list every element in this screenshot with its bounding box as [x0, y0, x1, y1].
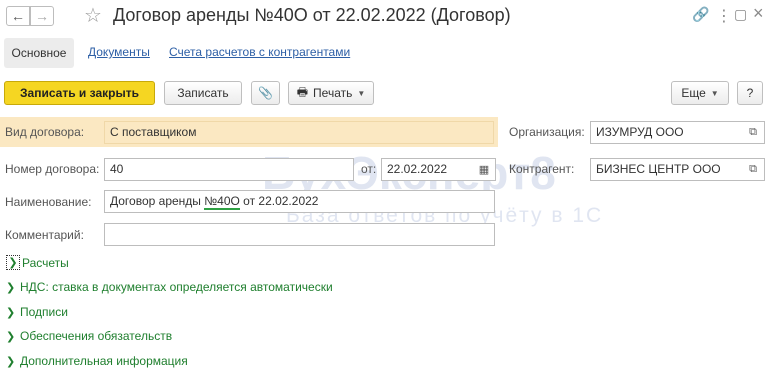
open-icon[interactable]: ⧉ — [742, 122, 764, 143]
organization-field[interactable]: ИЗУМРУД ООО ⧉ — [590, 121, 765, 144]
favorite-star-icon[interactable]: ☆ — [84, 3, 102, 28]
group-signatures-label: Подписи — [20, 305, 68, 319]
contract-number-value: 40 — [110, 162, 124, 176]
organization-label: Организация: — [509, 125, 585, 139]
tab-main-label: Основное — [11, 46, 67, 60]
print-label: Печать — [313, 86, 353, 100]
tab-main[interactable]: Основное — [4, 38, 74, 68]
comment-label: Комментарий: — [5, 228, 84, 242]
organization-value: ИЗУМРУД ООО — [596, 125, 684, 139]
calendar-icon[interactable]: ▦ — [473, 159, 495, 180]
back-button[interactable]: ← — [6, 6, 30, 26]
counterparty-field[interactable]: БИЗНЕС ЦЕНТР ООО ⧉ — [590, 158, 765, 181]
date-input[interactable]: 22.02.2022 ▦ — [381, 158, 496, 181]
counterparty-value: БИЗНЕС ЦЕНТР ООО — [596, 162, 721, 176]
chevron-right-icon: ❯ — [6, 355, 16, 368]
window-title: Договор аренды №40О от 22.02.2022 (Догов… — [113, 5, 511, 25]
close-icon[interactable]: × — [753, 3, 764, 24]
save-and-close-button[interactable]: Записать и закрыть — [4, 81, 155, 105]
date-value: 22.02.2022 — [387, 162, 448, 176]
name-number-highlight: №40О — [204, 194, 240, 210]
group-settlements-label: Расчеты — [22, 255, 69, 270]
more-label: Еще — [681, 86, 706, 100]
group-vat-label: НДС: ставка в документах определяется ав… — [20, 280, 333, 294]
chevron-down-icon: ▼ — [357, 88, 366, 98]
group-signatures[interactable]: ❯ Подписи — [6, 305, 68, 319]
restore-window-icon[interactable]: ▢ — [734, 6, 747, 23]
group-additional-info-label: Дополнительная информация — [20, 354, 188, 368]
contract-type-label: Вид договора: — [5, 125, 85, 139]
more-menu-icon[interactable]: ⋮ — [716, 6, 732, 26]
arrow-left-icon: ← — [11, 8, 25, 24]
counterparty-label: Контрагент: — [509, 162, 575, 176]
name-input[interactable]: Договор аренды №40О от 22.02.2022 — [104, 190, 495, 213]
open-icon[interactable]: ⧉ — [742, 159, 764, 180]
printer-icon: 🖶 — [296, 84, 309, 99]
comment-input[interactable] — [104, 223, 495, 246]
forward-button[interactable]: → — [30, 6, 54, 26]
chevron-right-icon: ❯ — [6, 281, 16, 294]
help-button[interactable]: ? — [737, 81, 763, 105]
save-and-close-label: Записать и закрыть — [20, 86, 139, 100]
group-collateral-label: Обеспечения обязательств — [20, 329, 173, 343]
print-button[interactable]: 🖶 Печать ▼ — [288, 81, 374, 105]
attach-button[interactable]: 📎 — [251, 81, 280, 105]
chevron-down-icon: ▼ — [710, 88, 719, 98]
group-vat[interactable]: ❯ НДС: ставка в документах определяется … — [6, 280, 333, 294]
date-label: от: — [361, 162, 377, 176]
arrow-right-icon: → — [35, 8, 49, 24]
save-button[interactable]: Записать — [164, 81, 242, 105]
help-label: ? — [746, 86, 754, 100]
save-label: Записать — [177, 86, 229, 100]
group-settlements[interactable]: ❯ Расчеты — [6, 255, 69, 270]
name-prefix: Договор аренды — [110, 194, 205, 208]
chevron-right-icon: ❯ — [6, 330, 16, 343]
tab-documents[interactable]: Документы — [88, 45, 150, 59]
group-additional-info[interactable]: ❯ Дополнительная информация — [6, 354, 188, 368]
paperclip-icon: 📎 — [258, 86, 273, 100]
link-icon[interactable]: 🔗 — [692, 6, 709, 23]
contract-number-label: Номер договора: — [5, 162, 100, 176]
contract-type-value: С поставщиком — [110, 125, 197, 139]
chevron-right-icon: ❯ — [6, 255, 20, 270]
more-button[interactable]: Еще ▼ — [671, 81, 729, 105]
chevron-right-icon: ❯ — [6, 306, 16, 319]
group-collateral[interactable]: ❯ Обеспечения обязательств — [6, 329, 172, 343]
name-suffix: от 22.02.2022 — [239, 194, 319, 208]
contract-type-field[interactable]: С поставщиком — [104, 121, 494, 144]
contract-number-input[interactable]: 40 — [104, 158, 354, 181]
tab-accounts[interactable]: Счета расчетов с контрагентами — [169, 45, 350, 59]
name-label: Наименование: — [5, 195, 92, 209]
